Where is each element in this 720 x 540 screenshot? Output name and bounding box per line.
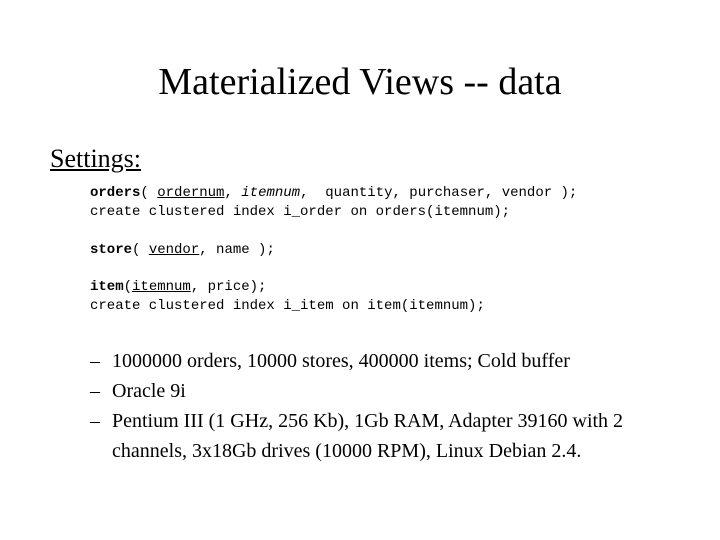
bullet-text: 1000000 orders, 10000 stores, 400000 ite…: [112, 346, 570, 376]
code-text: , price);: [191, 279, 267, 295]
code-text: , quantity, purchaser, vendor );: [300, 185, 577, 201]
code-text: (: [132, 242, 149, 258]
code-text: , name );: [199, 242, 275, 258]
list-item: – 1000000 orders, 10000 stores, 400000 i…: [90, 346, 670, 376]
code-vendor: vendor: [149, 242, 199, 258]
code-itemnum: itemnum: [132, 279, 191, 295]
code-orders-kw: orders: [90, 185, 140, 201]
code-itemnum-italic: itemnum: [241, 185, 300, 201]
code-ordernum: ordernum: [157, 185, 224, 201]
code-store-kw: store: [90, 242, 132, 258]
bullet-text: Pentium III (1 GHz, 256 Kb), 1Gb RAM, Ad…: [112, 406, 670, 466]
list-item: – Pentium III (1 GHz, 256 Kb), 1Gb RAM, …: [90, 406, 670, 466]
bullet-dash: –: [90, 346, 112, 376]
code-text: (: [140, 185, 157, 201]
code-block: orders( ordernum, itemnum, quantity, pur…: [90, 184, 670, 316]
code-item-index: create clustered index i_item on item(it…: [90, 298, 485, 314]
code-orders-index: create clustered index i_order on orders…: [90, 204, 510, 220]
bullet-dash: –: [90, 406, 112, 466]
code-text: (: [124, 279, 132, 295]
list-item: – Oracle 9i: [90, 376, 670, 406]
bullet-text: Oracle 9i: [112, 376, 186, 406]
settings-heading: Settings:: [50, 144, 670, 174]
code-text: ,: [224, 185, 241, 201]
bullet-dash: –: [90, 376, 112, 406]
bullet-list: – 1000000 orders, 10000 stores, 400000 i…: [90, 346, 670, 466]
slide-title: Materialized Views -- data: [50, 60, 670, 104]
slide: Materialized Views -- data Settings: ord…: [0, 0, 720, 540]
code-item-kw: item: [90, 279, 124, 295]
